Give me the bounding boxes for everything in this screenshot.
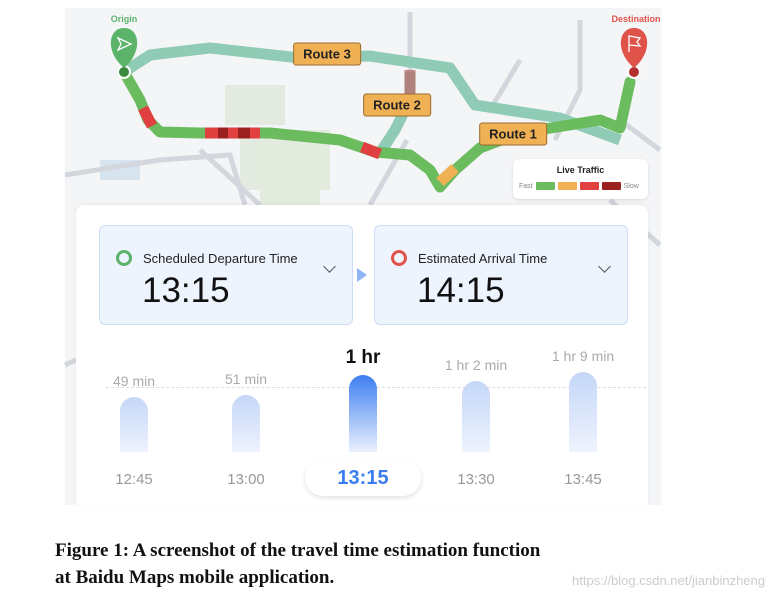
bar-13:00[interactable] — [232, 394, 260, 452]
figure: Origin Destination Route 3 Route 2 Route… — [0, 0, 777, 601]
duration-label: 1 hr 2 min — [444, 356, 508, 373]
legend-swatch-slow — [579, 182, 599, 190]
departure-option-13:30[interactable]: 13:30 — [457, 471, 495, 488]
departure-label: Scheduled Departure Time — [143, 251, 298, 266]
time-panel: Scheduled Departure Time 13:15 Estimated… — [76, 205, 648, 505]
destination-label: Destination — [611, 14, 661, 24]
figure-caption: Figure 1: A screenshot of the travel tim… — [55, 537, 540, 591]
departure-option-13:00[interactable]: 13:00 — [227, 471, 265, 488]
bar-12:45[interactable] — [120, 397, 148, 452]
arrival-label: Estimated Arrival Time — [418, 251, 548, 266]
legend-title: Live Traffic — [556, 165, 605, 175]
legend-slow: Slow — [623, 182, 639, 190]
watermark: https://blog.csdn.net/jianbinzheng — [572, 573, 765, 588]
arrival-time-card[interactable]: Estimated Arrival Time 14:15 — [374, 225, 628, 325]
departure-option-12:45[interactable]: 12:45 — [115, 471, 153, 488]
route-1-tag[interactable]: Route 1 — [479, 122, 547, 146]
legend-fast: Fast — [519, 182, 533, 190]
departure-option-13:15[interactable]: 13:15 — [337, 467, 388, 490]
route-3-tag[interactable]: Route 3 — [293, 42, 361, 66]
arrow-right-icon — [357, 268, 367, 282]
departure-option-13:45[interactable]: 13:45 — [564, 471, 602, 488]
caption-line-2: at Baidu Maps mobile application. — [55, 567, 335, 588]
bar-13:15[interactable] — [349, 375, 377, 452]
origin-label: Origin — [110, 14, 138, 24]
duration-label: 1 hr — [345, 347, 381, 369]
route-2-tag[interactable]: Route 2 — [363, 93, 431, 117]
legend-swatch-very-slow — [601, 182, 621, 190]
bar-13:45[interactable] — [569, 372, 597, 452]
arrival-time: 14:15 — [417, 271, 505, 310]
origin-ring-icon — [116, 250, 132, 266]
legend-swatch-fast — [535, 182, 555, 190]
chevron-down-icon[interactable] — [598, 260, 611, 273]
caption-line-1: Figure 1: A screenshot of the travel tim… — [55, 540, 541, 561]
duration-label: 49 min — [112, 373, 156, 389]
live-traffic-legend: Live Traffic Fast Slow — [513, 159, 648, 199]
duration-label: 1 hr 9 min — [551, 348, 615, 364]
duration-label: 51 min — [224, 370, 268, 387]
legend-swatch-moderate — [557, 182, 577, 190]
destination-ring-icon — [391, 250, 407, 266]
departure-time-card[interactable]: Scheduled Departure Time 13:15 — [99, 225, 353, 325]
chevron-down-icon[interactable] — [323, 260, 336, 273]
bar-13:30[interactable] — [462, 380, 490, 452]
departure-time: 13:15 — [142, 271, 230, 310]
